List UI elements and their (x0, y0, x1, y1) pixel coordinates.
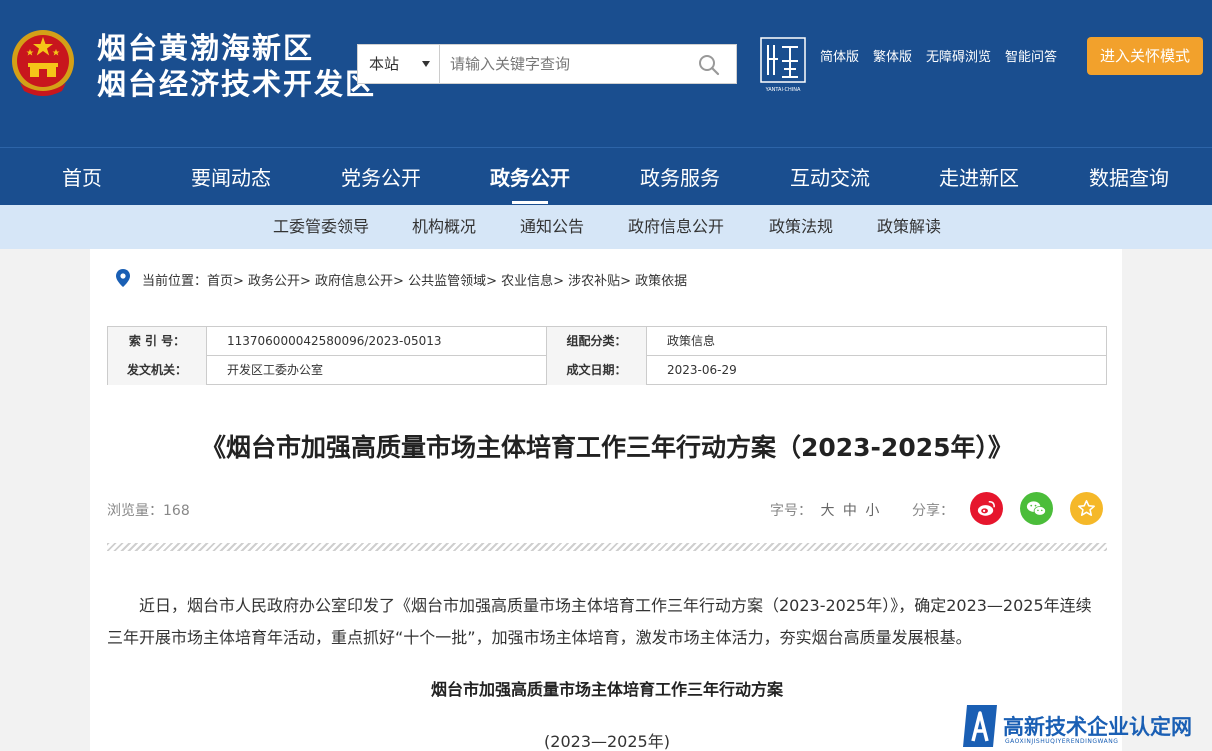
article-sub-heading: 烟台市加强高质量市场主体培育工作三年行动方案 (430, 680, 783, 699)
china-logo-icon: YANTAI·CHINA (760, 37, 806, 93)
search-scope-select[interactable]: 本站 (358, 45, 440, 83)
nav-item-interaction[interactable]: 互动交流 (786, 148, 874, 206)
active-indicator (512, 201, 548, 204)
index-number-value: 113706000042580096/2023-05013 (227, 334, 442, 348)
site-title-line1: 烟台黄渤海新区 (97, 31, 315, 65)
article-title: 《烟台市加强高质量市场主体培育工作三年行动方案（2023-2025年）》 (200, 433, 1014, 462)
nav-item-label: 政务公开 (490, 166, 570, 190)
nav-item-government-affairs[interactable]: 政务公开 (486, 148, 574, 206)
article-years: (2023—2025年) (544, 732, 670, 751)
search-box: 本站 (357, 44, 737, 84)
share-wechat-button[interactable] (1020, 492, 1053, 525)
link-simplified[interactable]: 简体版 (820, 46, 859, 66)
meta-row: 发文机关： 开发区工委办公室 成文日期： 2023-06-29 (108, 356, 1106, 385)
site-header: 烟台黄渤海新区 烟台经济技术开发区 本站 YANTAI·CHINA 简体版 繁体… (0, 0, 1212, 147)
share-weibo-button[interactable] (970, 492, 1003, 525)
view-count: 浏览量：168 (107, 503, 190, 519)
nav-item-news[interactable]: 要闻动态 (187, 148, 275, 206)
font-size-small[interactable]: 小 (865, 503, 879, 519)
link-accessibility[interactable]: 无障碍浏览 (926, 46, 991, 66)
nav-item-data-query[interactable]: 数据查询 (1085, 148, 1173, 206)
watermark-text: 高新技术企业认定网 (1003, 715, 1192, 739)
location-pin-icon (116, 269, 130, 287)
subnav-item-notices[interactable]: 通知公告 (520, 205, 584, 249)
category-label: 组配分类： (547, 327, 647, 356)
nav-item-about-district[interactable]: 走进新区 (935, 148, 1023, 206)
document-meta-table: 索 引 号： 113706000042580096/2023-05013 组配分… (107, 326, 1107, 385)
favorite-button[interactable] (1070, 492, 1103, 525)
nav-item-party-affairs[interactable]: 党务公开 (337, 148, 425, 206)
issuer-label: 发文机关： (108, 356, 207, 385)
subnav-item-leaders[interactable]: 工委管委领导 (273, 205, 369, 249)
article-paragraph: 近日，烟台市人民政府办公室印发了《烟台市加强高质量市场主体培育工作三年行动方案（… (107, 596, 1092, 647)
divider-stripe (107, 543, 1107, 551)
breadcrumb[interactable]: 当前位置：首页> 政务公开> 政府信息公开> 公共监管领域> 农业信息> 涉农补… (142, 270, 687, 289)
watermark-logo: 高新技术企业认定网 GAOXINJISHUQIYERENDINGWANG (963, 703, 1212, 751)
weibo-icon (977, 501, 995, 516)
search-icon[interactable] (697, 53, 721, 77)
subnav-item-policy-interpretation[interactable]: 政策解读 (877, 205, 941, 249)
star-icon (1078, 500, 1095, 516)
subnav-item-regulations[interactable]: 政策法规 (769, 205, 833, 249)
national-emblem-icon (12, 30, 74, 96)
china-logo-text: YANTAI·CHINA (765, 87, 801, 93)
link-traditional[interactable]: 繁体版 (873, 46, 912, 66)
issuer-value: 开发区工委办公室 (227, 363, 324, 377)
font-size-label: 字号： (770, 503, 812, 519)
watermark-subtext: GAOXINJISHUQIYERENDINGWANG (1005, 738, 1119, 745)
care-mode-button[interactable]: 进入关怀模式 (1087, 37, 1203, 75)
search-scope-label: 本站 (369, 55, 400, 73)
date-value: 2023-06-29 (667, 363, 737, 377)
site-title-line2: 烟台经济技术开发区 (97, 67, 377, 101)
category-value: 政策信息 (667, 334, 716, 348)
top-links: 简体版 繁体版 无障碍浏览 智能问答 (820, 46, 1057, 66)
watermark-a-icon (963, 705, 997, 747)
chevron-down-icon (422, 61, 430, 67)
site-title[interactable]: 烟台黄渤海新区 烟台经济技术开发区 (97, 30, 376, 102)
subnav-item-organization[interactable]: 机构概况 (412, 205, 476, 249)
meta-row: 索 引 号： 113706000042580096/2023-05013 组配分… (108, 327, 1106, 356)
link-smart-qa[interactable]: 智能问答 (1005, 46, 1057, 66)
font-size-medium[interactable]: 中 (843, 503, 857, 519)
font-size-large[interactable]: 大 (820, 503, 834, 519)
share-label: 分享： (912, 503, 954, 519)
font-size-selector: 字号： 大 中 小 (770, 500, 879, 520)
wechat-icon (1026, 501, 1046, 516)
nav-item-home[interactable]: 首页 (58, 148, 106, 206)
main-nav: 首页 要闻动态 党务公开 政务公开 政务服务 互动交流 走进新区 数据查询 (0, 147, 1212, 205)
sub-nav: 工委管委领导 机构概况 通知公告 政府信息公开 政策法规 政策解读 (0, 205, 1212, 249)
index-number-label: 索 引 号： (108, 327, 207, 356)
subnav-item-info-disclosure[interactable]: 政府信息公开 (628, 205, 724, 249)
nav-item-services[interactable]: 政务服务 (636, 148, 724, 206)
date-label: 成文日期： (547, 356, 647, 385)
search-input[interactable] (442, 45, 692, 83)
